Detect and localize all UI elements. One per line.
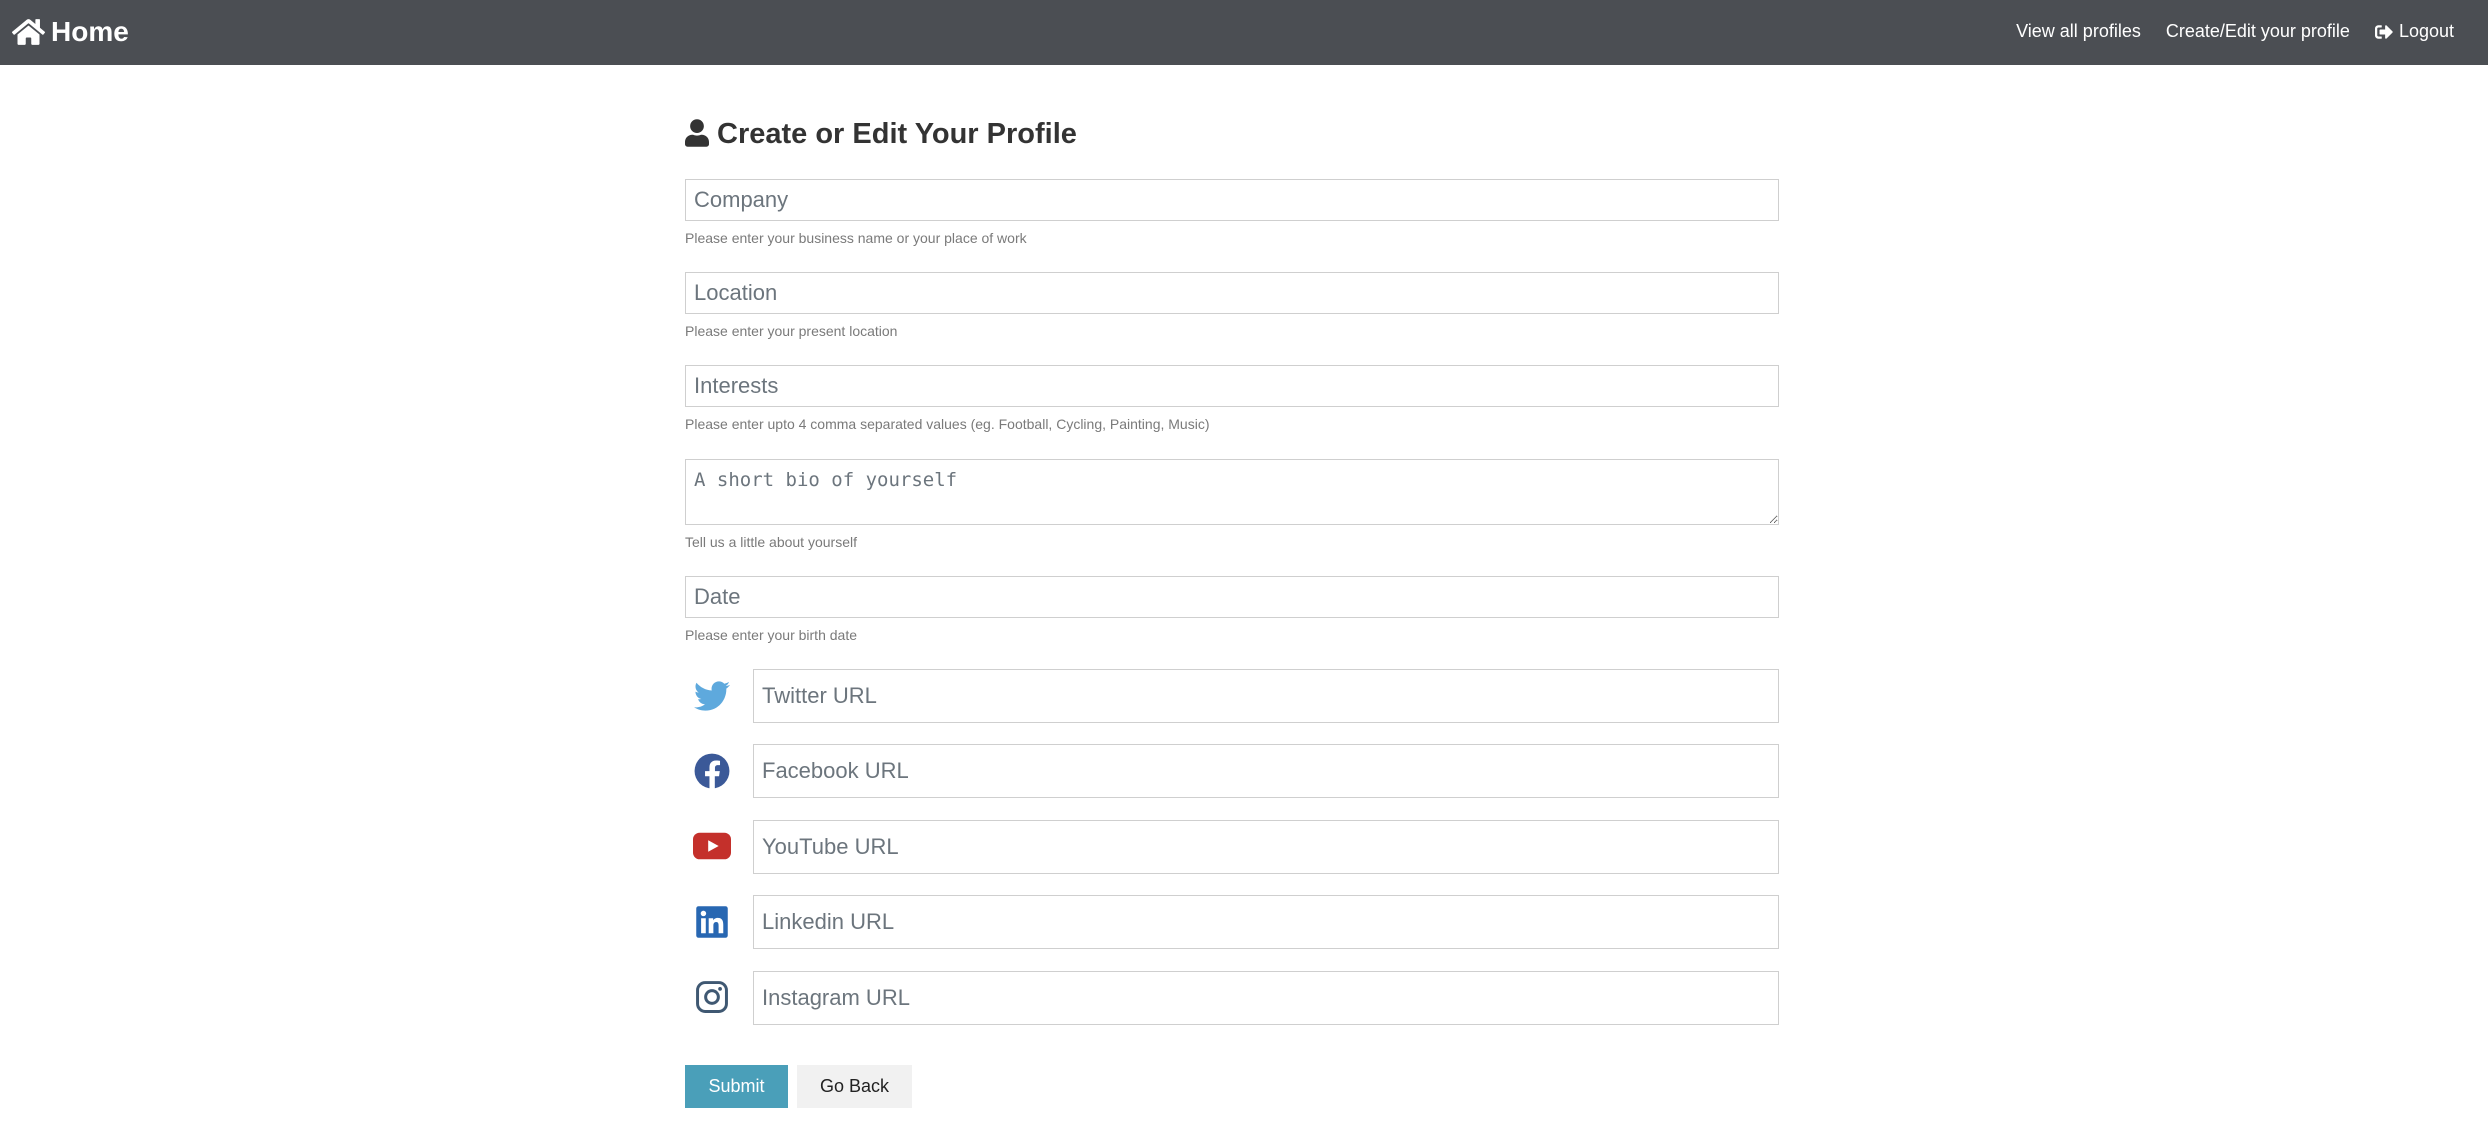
twitter-icon	[693, 677, 731, 715]
go-back-button[interactable]: Go Back	[797, 1065, 912, 1108]
interests-help: Please enter upto 4 comma separated valu…	[685, 416, 1210, 432]
facebook-url-input[interactable]	[753, 744, 1779, 798]
navbar: Home View all profiles Create/Edit your …	[0, 0, 2488, 65]
home-icon	[12, 17, 45, 47]
date-help: Please enter your birth date	[685, 627, 857, 643]
company-help: Please enter your business name or your …	[685, 230, 1027, 246]
nav-logout[interactable]: Logout	[2374, 21, 2454, 42]
brand-label: Home	[51, 15, 129, 47]
nav-view-all-profiles[interactable]: View all profiles	[2016, 21, 2141, 42]
user-icon	[685, 119, 711, 149]
home-link[interactable]: Home	[12, 0, 129, 63]
twitter-url-input[interactable]	[753, 669, 1779, 723]
youtube-icon	[693, 827, 731, 865]
bio-help: Tell us a little about yourself	[685, 534, 857, 550]
facebook-icon	[693, 752, 731, 790]
submit-button[interactable]: Submit	[685, 1065, 788, 1108]
instagram-icon	[693, 978, 731, 1016]
bio-textarea[interactable]	[685, 459, 1779, 525]
nav-create-edit-profile[interactable]: Create/Edit your profile	[2166, 21, 2350, 42]
location-help: Please enter your present location	[685, 323, 898, 339]
page-title: Create or Edit Your Profile	[685, 116, 1077, 152]
sign-out-icon	[2374, 23, 2395, 41]
instagram-url-input[interactable]	[753, 971, 1779, 1025]
interests-input[interactable]	[685, 365, 1779, 407]
nav-links: View all profiles Create/Edit your profi…	[1991, 0, 2454, 63]
company-input[interactable]	[685, 179, 1779, 221]
page-title-text: Create or Edit Your Profile	[717, 117, 1077, 150]
youtube-url-input[interactable]	[753, 820, 1779, 874]
linkedin-url-input[interactable]	[753, 895, 1779, 949]
logout-label: Logout	[2398, 21, 2454, 41]
location-input[interactable]	[685, 272, 1779, 314]
date-input[interactable]	[685, 576, 1779, 618]
linkedin-icon	[693, 903, 731, 941]
